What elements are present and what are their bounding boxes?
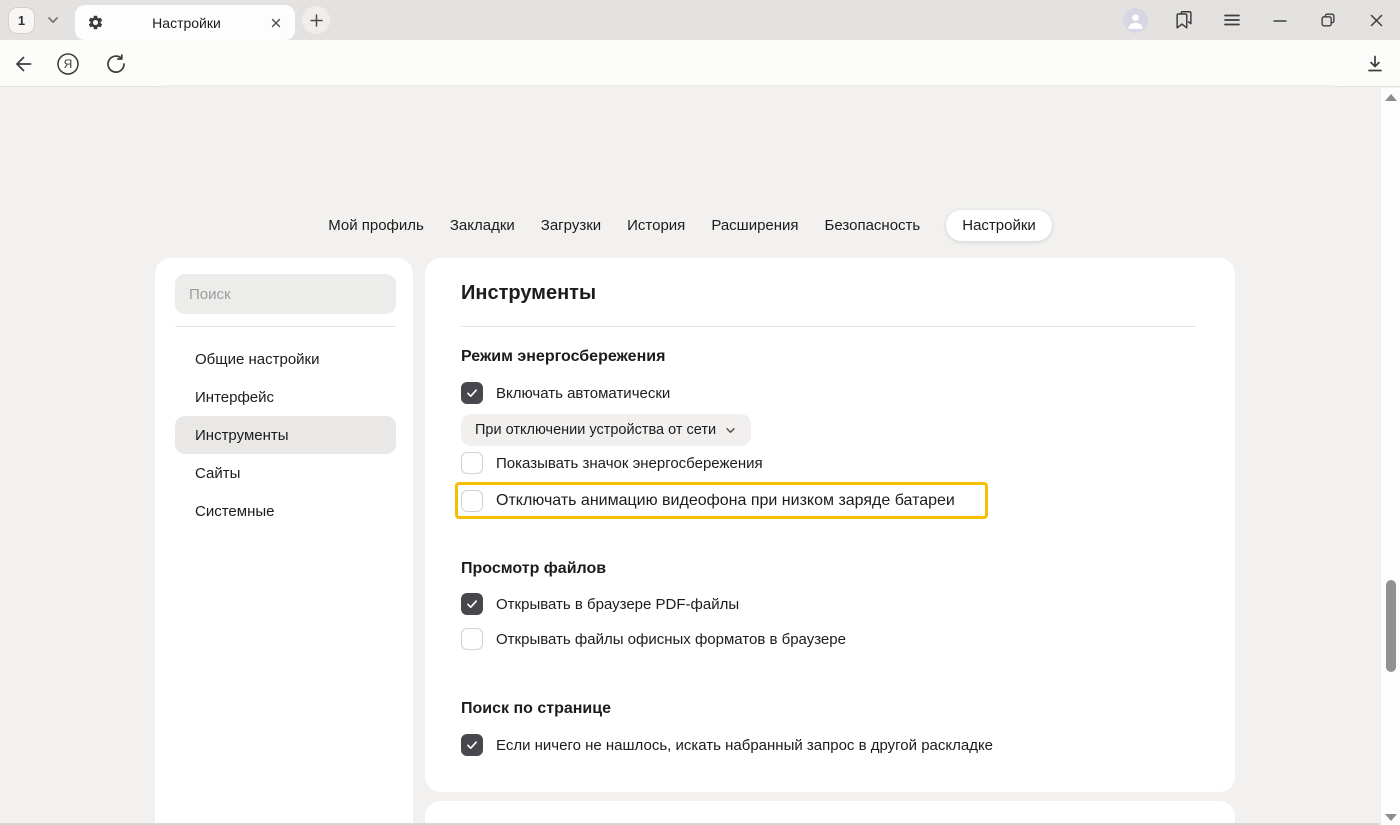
setting-label: Отключать анимацию видеофона при низком … [496, 492, 955, 510]
tab-close-icon[interactable] [269, 16, 283, 30]
yandex-logo-button[interactable]: Я [56, 52, 80, 76]
page-title: Инструменты [461, 282, 596, 305]
settings-nav: Мой профиль Закладки Загрузки История Ра… [0, 208, 1380, 242]
sidebar-search-input[interactable] [175, 274, 396, 314]
settings-sidebar: Общие настройки Интерфейс Инструменты Са… [155, 258, 413, 825]
section-heading-file-view: Просмотр файлов [461, 560, 606, 578]
scrollbar-thumb[interactable] [1386, 580, 1396, 672]
setting-label: Открывать файлы офисных форматов в брауз… [496, 631, 846, 648]
setting-label: Показывать значок энергосбережения [496, 455, 763, 472]
scrollbar-down-arrow-icon[interactable] [1385, 814, 1397, 821]
settings-card-tools: Инструменты Режим энергосбережения Включ… [425, 258, 1235, 792]
settings-page: Мой профиль Закладки Загрузки История Ра… [0, 88, 1400, 825]
title-divider [461, 326, 1196, 327]
section-heading-page-search: Поиск по странице [461, 700, 611, 718]
sidebar-item-system[interactable]: Системные [175, 492, 396, 530]
browser-toolbar: Я Y settings Настройки [0, 40, 1400, 87]
reload-button[interactable] [104, 52, 128, 76]
checkbox-disable-video-bg[interactable] [461, 490, 483, 512]
settings-gear-icon [87, 14, 104, 31]
scrollbar[interactable] [1380, 88, 1400, 825]
checkbox-layout-search[interactable] [461, 734, 483, 756]
settings-nav-tab-security[interactable]: Безопасность [825, 210, 921, 241]
setting-label: Если ничего не нашлось, искать набранный… [496, 737, 993, 754]
plus-icon [309, 13, 324, 28]
settings-nav-tab-history[interactable]: История [627, 210, 685, 241]
settings-nav-tab-profile[interactable]: Мой профиль [328, 210, 424, 241]
checkbox-autostart[interactable] [461, 382, 483, 404]
browser-tab[interactable]: Настройки [75, 5, 295, 40]
checkbox-energy-icon[interactable] [461, 452, 483, 474]
sidebar-nav-list: Общие настройки Интерфейс Инструменты Са… [175, 340, 396, 530]
window-titlebar: 1 Настройки [0, 0, 1400, 40]
sidebar-item-interface[interactable]: Интерфейс [175, 378, 396, 416]
setting-label: Включать автоматически [496, 385, 670, 402]
setting-row-office: Открывать файлы офисных форматов в брауз… [461, 628, 846, 650]
checkbox-open-office[interactable] [461, 628, 483, 650]
check-icon [465, 386, 479, 400]
setting-row-autostart: Включать автоматически [461, 382, 670, 404]
svg-text:Я: Я [64, 57, 73, 71]
select-value: При отключении устройства от сети [475, 422, 716, 438]
chevron-down-icon [724, 424, 737, 437]
close-button[interactable] [1364, 8, 1388, 32]
settings-nav-tab-extensions[interactable]: Расширения [711, 210, 798, 241]
check-icon [465, 738, 479, 752]
minimize-button[interactable] [1268, 8, 1292, 32]
downloads-button[interactable] [1363, 52, 1387, 76]
tab-count-badge[interactable]: 1 [8, 7, 35, 34]
sidebar-divider [175, 326, 396, 327]
person-icon [1123, 8, 1148, 33]
highlight-frame: Отключать анимацию видеофона при низком … [455, 482, 988, 519]
tabs-dropdown-chevron-icon[interactable] [44, 11, 62, 29]
checkbox-open-pdf[interactable] [461, 593, 483, 615]
sidebar-item-general[interactable]: Общие настройки [175, 340, 396, 378]
energy-mode-select[interactable]: При отключении устройства от сети [461, 414, 751, 446]
profile-avatar[interactable] [1123, 8, 1148, 33]
sidebar-item-sites[interactable]: Сайты [175, 454, 396, 492]
tab-title: Настройки [104, 15, 269, 31]
back-button[interactable] [10, 52, 34, 76]
new-tab-button[interactable] [302, 6, 330, 34]
setting-row-layout-search: Если ничего не нашлось, искать набранный… [461, 734, 993, 756]
setting-label: Открывать в браузере PDF-файлы [496, 596, 739, 613]
check-icon [465, 597, 479, 611]
section-heading-energy: Режим энергосбережения [461, 348, 665, 366]
sidebar-item-tools[interactable]: Инструменты [175, 416, 396, 454]
settings-card-sites: Сайты Запросы на отправку уведомлений [425, 801, 1235, 825]
setting-row-pdf: Открывать в браузере PDF-файлы [461, 593, 739, 615]
menu-hamburger-icon[interactable] [1220, 8, 1244, 32]
scrollbar-up-arrow-icon[interactable] [1385, 94, 1397, 101]
settings-nav-tab-bookmarks[interactable]: Закладки [450, 210, 515, 241]
setting-row-energy-icon: Показывать значок энергосбережения [461, 452, 763, 474]
settings-nav-tab-settings[interactable]: Настройки [946, 210, 1052, 241]
settings-nav-tab-downloads[interactable]: Загрузки [541, 210, 601, 241]
bookmarks-panel-icon[interactable] [1172, 8, 1196, 32]
restore-button[interactable] [1316, 8, 1340, 32]
